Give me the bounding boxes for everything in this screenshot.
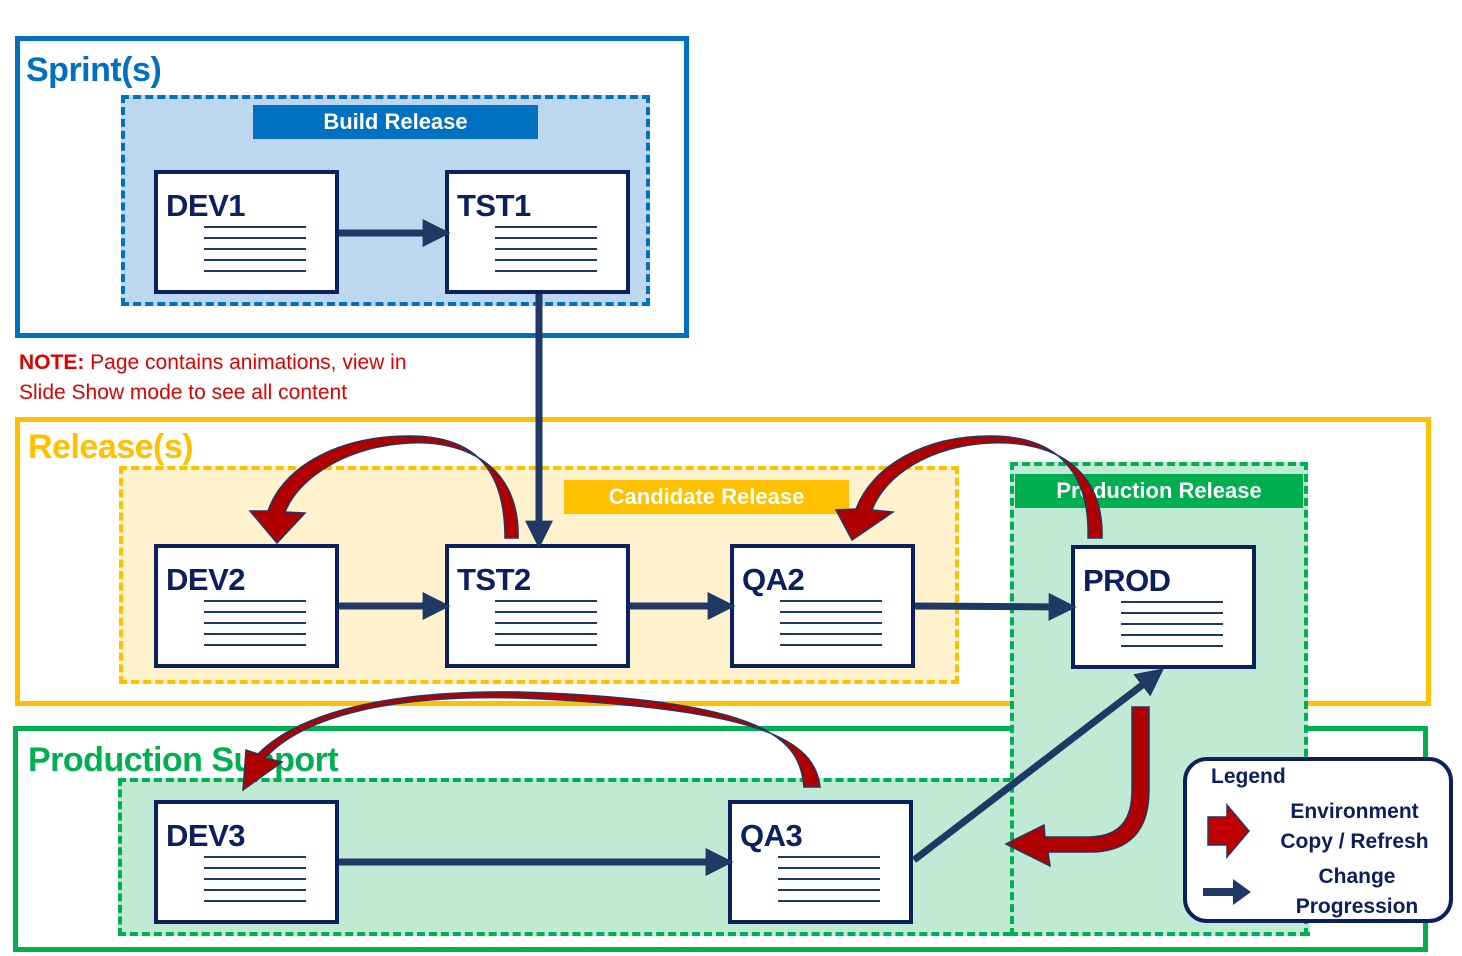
copy-refresh-icon	[1207, 803, 1250, 859]
copy-arrow-qa3-to-dev3	[242, 691, 821, 792]
copy-arrow-tst2-to-dev2	[248, 435, 519, 545]
legend-change-label: Change Progression	[1295, 865, 1419, 918]
legend: Legend Environment Copy / Refresh Change…	[1183, 757, 1453, 923]
copy-arrow-prod-to-qa2	[834, 435, 1103, 542]
legend-copy-label: Environment Copy / Refresh	[1280, 800, 1429, 853]
legend-title: Legend	[1211, 765, 1286, 788]
arrow-qa2-to-prod	[914, 592, 1077, 621]
change-progression-icon	[1203, 879, 1251, 905]
